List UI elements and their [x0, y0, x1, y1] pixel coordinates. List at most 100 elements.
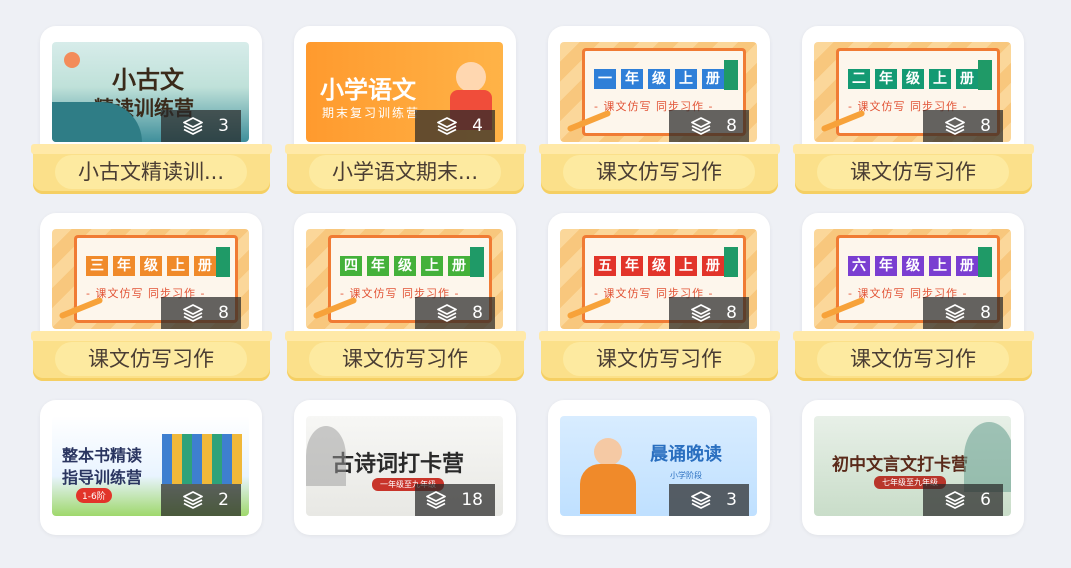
grade-char: 年	[367, 256, 389, 276]
course-thumbnail: 晨诵晚读 小学阶段 3	[560, 416, 757, 516]
grade-char: 级	[902, 69, 924, 89]
grade-char: 上	[675, 256, 697, 276]
course-title: 课文仿写习作	[563, 342, 755, 376]
layers-icon	[436, 303, 458, 323]
course-card[interactable]: 三年级上册 - 课文仿写 同步习作 - 8 课文仿写习作	[31, 213, 273, 381]
grade-char: 一	[594, 69, 616, 89]
grade-char: 册	[448, 256, 470, 276]
thumb-title: 小学语文	[320, 76, 416, 104]
course-card[interactable]: 小学语文 期末复习训练营 4 小学语文期末...	[285, 26, 527, 194]
item-count-badge: 4	[415, 110, 495, 142]
grade-title: 一年级上册	[594, 69, 724, 89]
course-thumbnail: 二年级上册 - 课文仿写 同步习作 - 8	[814, 42, 1011, 142]
item-count: 3	[218, 116, 229, 136]
item-count-badge: 18	[415, 484, 495, 516]
layers-icon	[944, 490, 966, 510]
item-count-badge: 2	[161, 484, 241, 516]
course-card[interactable]: 四年级上册 - 课文仿写 同步习作 - 8 课文仿写习作	[285, 213, 527, 381]
course-card[interactable]: 五年级上册 - 课文仿写 同步习作 - 8 课文仿写习作	[539, 213, 781, 381]
item-count: 8	[980, 116, 991, 136]
course-thumbnail: 古诗词打卡营 一年级至九年级 18	[306, 416, 503, 516]
thumb-title: 小古文	[112, 66, 184, 94]
item-count-badge: 8	[923, 110, 1003, 142]
layers-icon	[436, 116, 458, 136]
layers-icon	[944, 303, 966, 323]
course-thumbnail: 整本书精读 指导训练营 1-6阶 2	[52, 416, 249, 516]
layers-icon	[690, 116, 712, 136]
thumb-title: 古诗词打卡营	[332, 452, 465, 477]
course-card[interactable]: 小古文 精读训练营 3 小古文精读训...	[31, 26, 273, 194]
grade-char: 年	[621, 256, 643, 276]
grade-char: 上	[421, 256, 443, 276]
item-count: 8	[726, 303, 737, 323]
grade-char: 册	[194, 256, 216, 276]
course-thumbnail: 小古文 精读训练营 3	[52, 42, 249, 142]
grade-title: 二年级上册	[848, 69, 978, 89]
grade-char: 册	[956, 256, 978, 276]
item-count-badge: 6	[923, 484, 1003, 516]
grade-title: 三年级上册	[86, 256, 216, 276]
thumb-title: 晨诵晚读	[650, 444, 722, 465]
grade-char: 级	[648, 69, 670, 89]
item-count: 4	[472, 116, 483, 136]
item-count-badge: 3	[669, 484, 749, 516]
course-card[interactable]: 整本书精读 指导训练营 1-6阶 2	[33, 400, 273, 568]
layers-icon	[425, 490, 447, 510]
item-count: 8	[472, 303, 483, 323]
thumb-tag: 小学阶段	[670, 471, 702, 480]
grade-char: 年	[621, 69, 643, 89]
item-count: 8	[980, 303, 991, 323]
course-title: 课文仿写习作	[309, 342, 501, 376]
course-card[interactable]: 初中文言文打卡营 七年级至九年级 6	[795, 400, 1035, 568]
item-count-badge: 8	[415, 297, 495, 329]
grade-char: 五	[594, 256, 616, 276]
course-card[interactable]: 二年级上册 - 课文仿写 同步习作 - 8 课文仿写习作	[793, 26, 1035, 194]
course-card[interactable]: 一年级上册 - 课文仿写 同步习作 - 8 课文仿写习作	[539, 26, 781, 194]
grade-char: 二	[848, 69, 870, 89]
grade-char: 册	[956, 69, 978, 89]
course-card[interactable]: 古诗词打卡营 一年级至九年级 18	[287, 400, 527, 568]
item-count: 18	[461, 490, 483, 510]
item-count: 6	[980, 490, 991, 510]
course-title: 课文仿写习作	[55, 342, 247, 376]
course-thumbnail: 六年级上册 - 课文仿写 同步习作 - 8	[814, 229, 1011, 329]
course-thumbnail: 四年级上册 - 课文仿写 同步习作 - 8	[306, 229, 503, 329]
layers-icon	[182, 490, 204, 510]
course-thumbnail: 三年级上册 - 课文仿写 同步习作 - 8	[52, 229, 249, 329]
grade-char: 年	[875, 256, 897, 276]
grade-char: 年	[113, 256, 135, 276]
course-thumbnail: 初中文言文打卡营 七年级至九年级 6	[814, 416, 1011, 516]
course-thumbnail: 一年级上册 - 课文仿写 同步习作 - 8	[560, 42, 757, 142]
thumb-title: 初中文言文打卡营	[832, 455, 968, 475]
item-count-badge: 8	[161, 297, 241, 329]
grade-title: 四年级上册	[340, 256, 470, 276]
grade-char: 级	[902, 256, 924, 276]
grade-char: 上	[167, 256, 189, 276]
grade-char: 级	[140, 256, 162, 276]
layers-icon	[690, 303, 712, 323]
course-title: 课文仿写习作	[817, 155, 1009, 189]
grade-char: 级	[648, 256, 670, 276]
layers-icon	[690, 490, 712, 510]
thumb-title-2: 指导训练营	[62, 468, 143, 487]
course-card[interactable]: 六年级上册 - 课文仿写 同步习作 - 8 课文仿写习作	[793, 213, 1035, 381]
item-count: 3	[726, 490, 737, 510]
thumb-tag: 1-6阶	[76, 488, 112, 503]
grade-char: 四	[340, 256, 362, 276]
grade-char: 上	[929, 69, 951, 89]
layers-icon	[182, 116, 204, 136]
course-title: 小古文精读训...	[55, 155, 247, 189]
grade-title: 五年级上册	[594, 256, 724, 276]
grade-char: 上	[675, 69, 697, 89]
layers-icon	[182, 303, 204, 323]
item-count-badge: 8	[669, 110, 749, 142]
course-title: 课文仿写习作	[563, 155, 755, 189]
course-card[interactable]: 晨诵晚读 小学阶段 3	[541, 400, 781, 568]
grade-char: 三	[86, 256, 108, 276]
item-count: 8	[218, 303, 229, 323]
course-thumbnail: 小学语文 期末复习训练营 4	[306, 42, 503, 142]
item-count: 8	[726, 116, 737, 136]
thumb-title: 整本书精读	[62, 446, 143, 465]
grade-title: 六年级上册	[848, 256, 978, 276]
grade-char: 册	[702, 69, 724, 89]
